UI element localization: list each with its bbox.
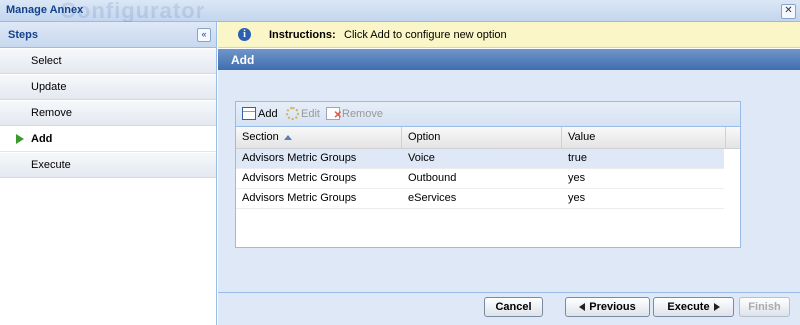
window-titlebar: Configurator Manage Annex ✕ (0, 0, 800, 23)
cell-section: Advisors Metric Groups (242, 192, 357, 204)
column-header-value[interactable]: Value (562, 127, 726, 148)
close-icon[interactable]: ✕ (781, 4, 796, 19)
panel-body: Add Edit Remove Section Option Value Adv… (218, 70, 800, 292)
steps-sidebar: Steps « Select Update Remove Add Execute (0, 22, 217, 325)
wizard-footer: Cancel Previous Execute Finish (218, 292, 800, 325)
add-button-label: Add (258, 108, 278, 120)
options-grid: Add Edit Remove Section Option Value Adv… (235, 101, 741, 248)
sort-ascending-icon (283, 134, 292, 140)
chevron-right-icon (713, 303, 720, 312)
add-button[interactable]: Add (242, 107, 278, 121)
panel-header: Add (218, 49, 800, 70)
finish-button[interactable]: Finish (739, 297, 790, 317)
step-update[interactable]: Update (0, 75, 216, 100)
cell-value: yes (568, 172, 586, 184)
cell-option: Voice (408, 152, 435, 164)
cell-value: yes (568, 192, 586, 204)
cell-value: true (568, 152, 587, 164)
remove-button-label: Remove (342, 108, 383, 120)
column-header-option[interactable]: Option (402, 127, 562, 148)
step-label: Execute (31, 159, 71, 171)
edit-button-label: Edit (301, 108, 320, 120)
step-add[interactable]: Add (0, 127, 216, 152)
double-chevron-left-icon[interactable]: « (197, 28, 211, 42)
cell-option: Outbound (408, 172, 457, 184)
remove-button[interactable]: Remove (326, 107, 383, 123)
cancel-button-label: Cancel (495, 301, 532, 313)
column-header-label: Option (408, 131, 441, 143)
cancel-button[interactable]: Cancel (484, 297, 543, 317)
column-header-section[interactable]: Section (236, 127, 402, 148)
step-execute[interactable]: Execute (0, 153, 216, 178)
previous-button-label: Previous (589, 301, 636, 313)
step-label: Update (31, 81, 67, 93)
table-row[interactable]: Advisors Metric Groups Voice true (236, 149, 724, 169)
step-remove[interactable]: Remove (0, 101, 216, 126)
step-label: Remove (31, 107, 72, 119)
instructions-label: Instructions: (269, 29, 336, 41)
execute-button-label: Execute (667, 301, 710, 313)
chevron-left-icon (579, 303, 586, 312)
table-row[interactable]: Advisors Metric Groups eServices yes (236, 189, 724, 209)
finish-button-label: Finish (748, 301, 781, 313)
panel-title: Add (231, 53, 255, 67)
step-label: Add (31, 133, 53, 145)
steps-header: Steps « (0, 22, 216, 48)
execute-button[interactable]: Execute (653, 297, 734, 317)
previous-button[interactable]: Previous (565, 297, 650, 317)
instructions-text: Click Add to configure new option (344, 29, 507, 41)
column-header-label: Value (568, 131, 596, 143)
instructions-bar: i Instructions: Click Add to configure n… (218, 22, 800, 48)
grid-toolbar: Add Edit Remove (236, 102, 740, 127)
remove-row-icon (326, 107, 342, 123)
gear-icon (286, 107, 299, 120)
steps-header-label: Steps (8, 29, 38, 41)
edit-button[interactable]: Edit (286, 107, 320, 121)
column-header-label: Section (242, 131, 279, 143)
cell-section: Advisors Metric Groups (242, 152, 357, 164)
window-title: Manage Annex (6, 4, 84, 16)
info-icon: i (238, 28, 251, 41)
step-select[interactable]: Select (0, 49, 216, 74)
step-label: Select (31, 55, 62, 67)
add-row-icon (242, 107, 256, 120)
main-panel: i Instructions: Click Add to configure n… (218, 22, 800, 325)
current-step-arrow-icon (16, 134, 24, 144)
grid-header: Section Option Value (236, 127, 740, 149)
cell-option: eServices (408, 192, 457, 204)
table-row[interactable]: Advisors Metric Groups Outbound yes (236, 169, 724, 189)
cell-section: Advisors Metric Groups (242, 172, 357, 184)
